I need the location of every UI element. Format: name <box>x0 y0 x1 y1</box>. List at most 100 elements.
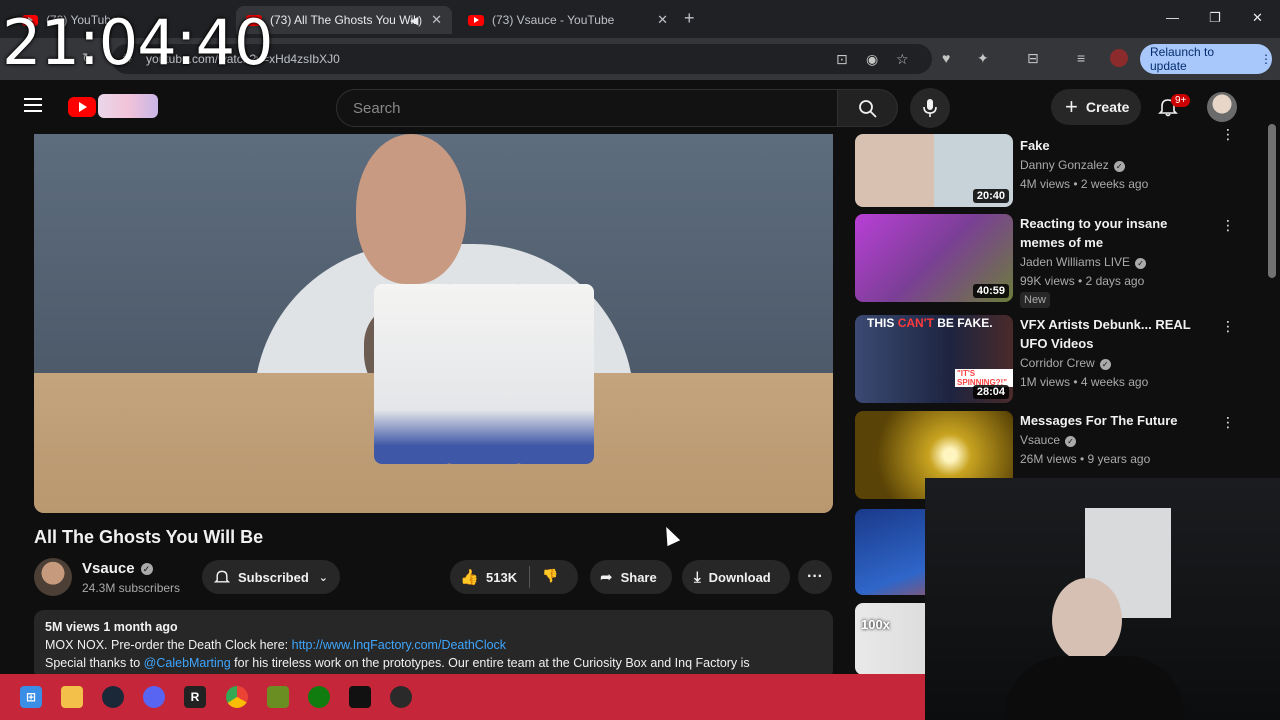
share-button[interactable]: ➦ Share <box>590 560 672 594</box>
new-tab-icon[interactable]: + <box>684 8 695 29</box>
voice-search-button[interactable] <box>910 88 950 128</box>
extensions-puzzle-icon[interactable]: ✦ <box>977 50 989 67</box>
download-button[interactable]: ⤓ Download <box>682 560 790 594</box>
close-tab-icon[interactable]: ✕ <box>657 12 668 28</box>
tab-vsauce-channel[interactable]: (73) Vsauce - YouTube ✕ <box>458 6 678 34</box>
verified-check-icon: ✓ <box>1065 436 1077 447</box>
video-thumbnail[interactable]: 40:59 <box>855 214 1013 302</box>
download-label: Download <box>708 569 771 585</box>
recommended-meta: 26M views • 9 years ago <box>1020 452 1151 466</box>
youtube-logo-icon[interactable] <box>68 97 96 117</box>
search-icon <box>859 100 877 118</box>
channel-name-text: Vsauce <box>82 560 135 577</box>
chrome-icon[interactable] <box>226 686 248 708</box>
kebab-menu-icon[interactable]: ⋮ <box>1221 126 1235 143</box>
close-tab-icon[interactable]: ✕ <box>431 12 442 28</box>
xbox-icon[interactable] <box>308 686 330 708</box>
video-thumbnail[interactable]: 20:40 <box>855 134 1013 207</box>
recommended-video-title: Fake <box>1020 138 1050 153</box>
recommended-meta: 1M views • 4 weeks ago <box>1020 375 1149 389</box>
more-actions-button[interactable]: ··· <box>798 560 832 594</box>
kebab-menu-icon[interactable]: ⋮ <box>1221 318 1235 335</box>
video-frame-flour-bag <box>514 284 594 464</box>
relaunch-button[interactable]: Relaunch to update ⋮ <box>1140 44 1272 74</box>
mouse-cursor-icon <box>659 523 681 547</box>
dislike-button[interactable]: 👎 <box>542 568 558 584</box>
minimize-icon[interactable]: — <box>1166 10 1179 25</box>
sidebar-scrollbar[interactable] <box>1268 124 1276 278</box>
windows-icon[interactable]: ⊞ <box>20 686 42 708</box>
recommended-video[interactable]: 20:40 Fake Danny Gonzalez ✓ 4M views • 2 … <box>855 126 1265 208</box>
channel-avatar[interactable] <box>34 558 72 596</box>
restore-icon[interactable]: ❐ <box>1209 10 1221 26</box>
search-button[interactable] <box>838 89 898 127</box>
recommended-video[interactable]: 40:59 Reacting to your insane memes of m… <box>855 214 1265 308</box>
account-avatar[interactable] <box>1207 92 1237 122</box>
youtube-header: Search + Create 9+ <box>0 80 1280 134</box>
explorer-icon[interactable] <box>61 686 83 708</box>
bell-icon <box>214 570 230 583</box>
search-placeholder: Search <box>353 100 401 117</box>
recommended-video-title: Messages For The Future <box>1020 413 1178 428</box>
view-count-date: 5M views 1 month ago <box>45 620 178 634</box>
tracking-off-icon[interactable]: ◉ <box>866 51 878 68</box>
share-label: Share <box>620 569 657 585</box>
discord-icon[interactable] <box>143 686 165 708</box>
divider <box>529 566 530 588</box>
tab-search-icon[interactable]: ⊟ <box>1027 50 1039 67</box>
steam-icon[interactable] <box>102 686 124 708</box>
verified-check-icon: ✓ <box>140 563 153 575</box>
video-thumbnail[interactable]: THIS CAN'T BE FAKE. "IT'S SPINNING?!" 28… <box>855 315 1013 403</box>
recommended-channel: Danny Gonzalez ✓ <box>1020 158 1125 172</box>
recommended-video[interactable]: THIS CAN'T BE FAKE. "IT'S SPINNING?!" 28… <box>855 315 1265 405</box>
webcam-overlay <box>925 478 1280 720</box>
kebab-menu-icon[interactable]: ⋮ <box>1221 414 1235 431</box>
close-window-icon[interactable]: ✕ <box>1252 10 1263 26</box>
recommended-channel: Jaden Williams LIVE ✓ <box>1020 255 1147 269</box>
thumbnail-caption: THIS CAN'T BE FAKE. <box>867 316 993 330</box>
speaker-icon[interactable]: ◀) <box>410 14 422 27</box>
like-count: 513K <box>486 570 518 585</box>
description-link[interactable]: http://www.InqFactory.com/DeathClock <box>292 638 506 652</box>
like-button[interactable]: 👍 <box>460 568 487 586</box>
channel-name[interactable]: Vsauce ✓ <box>82 560 153 577</box>
recommended-video-title: VFX Artists Debunk... REAL UFO Videos <box>1020 317 1191 351</box>
recommended-meta: 99K views • 2 days ago <box>1020 274 1145 288</box>
description-line: Special thanks to @CalebMarting for his … <box>45 656 822 670</box>
youtube-doodle-logo[interactable] <box>98 94 158 118</box>
video-frame-flour-bag <box>444 284 524 464</box>
recommended-channel: Vsauce ✓ <box>1020 433 1077 447</box>
thumbs-up-icon: 👍 <box>460 569 479 586</box>
kebab-menu-icon[interactable]: ⋮ <box>1221 217 1235 234</box>
relaunch-label: Relaunch to update <box>1150 45 1215 73</box>
chevron-down-icon: ⌄ <box>318 571 329 584</box>
roblox-icon[interactable]: R <box>184 686 206 708</box>
obs-icon[interactable] <box>390 686 412 708</box>
media-control-icon[interactable]: ≡ <box>1077 50 1085 66</box>
video-player[interactable] <box>34 134 833 513</box>
video-duration: 28:04 <box>972 385 1009 399</box>
verified-check-icon: ✓ <box>1135 258 1147 269</box>
create-button[interactable]: + Create <box>1051 89 1141 125</box>
bookmark-star-icon[interactable]: ☆ <box>896 51 909 68</box>
windows-taskbar: ⊞ R <box>0 674 925 720</box>
extension-heart-icon[interactable]: ♥ <box>942 50 950 66</box>
recommended-meta: 4M views • 2 weeks ago <box>1020 177 1149 191</box>
webcam-person-body <box>1005 656 1185 720</box>
subscribed-button[interactable]: Subscribed ⌄ <box>202 560 340 594</box>
capcut-icon[interactable] <box>349 686 371 708</box>
more-horizontal-icon: ··· <box>807 568 823 585</box>
download-icon: ⤓ <box>694 568 701 586</box>
description-text: for his tireless work on the prototypes.… <box>230 656 750 670</box>
profile-avatar-icon[interactable] <box>1110 49 1128 67</box>
verified-check-icon: ✓ <box>1113 161 1125 172</box>
youtube-favicon-icon <box>468 14 484 26</box>
install-app-icon[interactable]: ⊡ <box>836 51 848 68</box>
search-input[interactable]: Search <box>336 89 838 127</box>
thumbnail-caption: 100x <box>861 617 890 632</box>
channel-mention-link[interactable]: @CalebMarting <box>144 656 231 670</box>
hamburger-menu-icon[interactable] <box>24 98 42 112</box>
minecraft-icon[interactable] <box>267 686 289 708</box>
subscriber-count: 24.3M subscribers <box>82 581 181 595</box>
video-description[interactable]: 5M views 1 month ago MOX NOX. Pre-order … <box>34 610 833 680</box>
